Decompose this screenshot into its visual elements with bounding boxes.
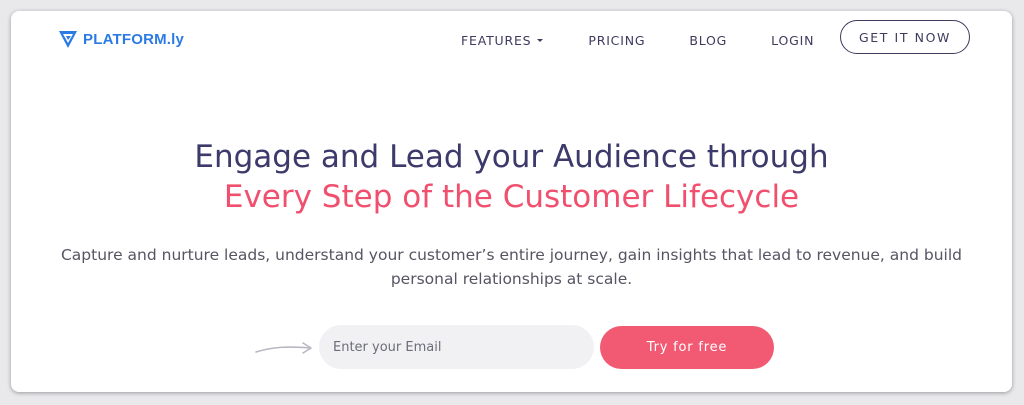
try-for-free-button[interactable]: Try for free xyxy=(600,326,774,369)
get-it-now-button[interactable]: GET IT NOW xyxy=(840,20,970,54)
hero-headline-line2: Every Step of the Customer Lifecycle xyxy=(223,179,800,215)
main-nav: FEATURES PRICING BLOG LOGIN xyxy=(461,33,814,48)
platformly-logo-icon xyxy=(59,31,77,48)
nav-login[interactable]: LOGIN xyxy=(771,33,814,48)
nav-blog[interactable]: BLOG xyxy=(689,33,727,48)
hero-subtext: Capture and nurture leads, understand yo… xyxy=(60,246,962,288)
landing-page-card: PLATFORM.ly FEATURES PRICING BLOG LOGIN … xyxy=(11,11,1012,392)
brand-name: PLATFORM.ly xyxy=(83,30,185,48)
caret-down-icon xyxy=(537,39,544,42)
email-input[interactable] xyxy=(319,325,594,369)
nav-pricing[interactable]: PRICING xyxy=(588,33,645,48)
nav-features-label: FEATURES xyxy=(461,33,532,48)
arrow-right-icon xyxy=(255,342,312,354)
brand-logo[interactable]: PLATFORM.ly xyxy=(57,28,184,50)
hero-headline-line1: Engage and Lead your Audience through xyxy=(194,139,829,175)
nav-features[interactable]: FEATURES xyxy=(461,33,544,48)
